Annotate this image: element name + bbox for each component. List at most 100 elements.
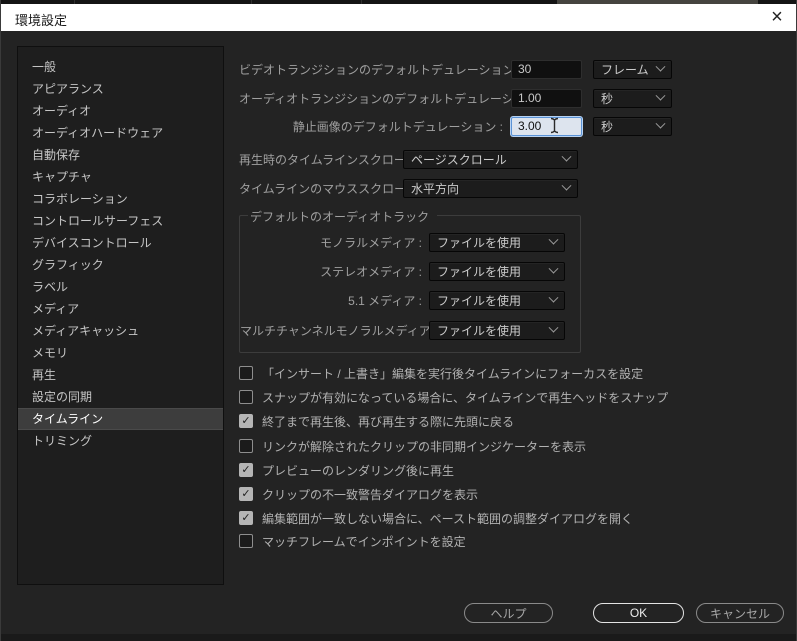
surround-media-value: ファイルを使用 [437, 292, 521, 309]
chevron-down-icon [562, 180, 572, 190]
checkbox[interactable]: ✓ [239, 366, 253, 380]
sidebar-item-labels[interactable]: ラベル [18, 276, 223, 298]
sidebar-item-device-control[interactable]: デバイスコントロール [18, 232, 223, 254]
sidebar-item-graphics[interactable]: グラフィック [18, 254, 223, 276]
chevron-down-icon [549, 322, 559, 332]
multichannel-mono-media-select[interactable]: ファイルを使用 [429, 321, 565, 340]
chevron-down-icon [656, 90, 666, 100]
checkbox-label: 編集範囲が一致しない場合に、ペースト範囲の調整ダイアログを開く [262, 510, 633, 527]
video-transition-duration-input[interactable] [511, 60, 582, 79]
timeline-mouse-scroll-label: タイムラインのマウススクロール : [239, 180, 396, 197]
still-image-duration-row: 静止画像のデフォルトデュレーション : 秒 [239, 116, 672, 136]
sidebar-item-sync-settings[interactable]: 設定の同期 [18, 386, 223, 408]
video-transition-duration-label: ビデオトランジションのデフォルトデュレーション : [239, 61, 503, 78]
sidebar-item-control-surface[interactable]: コントロールサーフェス [18, 210, 223, 232]
sidebar-item-appearance[interactable]: アピアランス [18, 78, 223, 100]
close-icon[interactable]: × [764, 5, 790, 30]
check-icon: ✓ [241, 465, 250, 476]
checkbox-row-unlinked-indicator: ✓ リンクが解除されたクリップの非同期インジケーターを表示 [239, 438, 586, 454]
checkbox[interactable]: ✓ [239, 487, 253, 501]
chevron-down-icon [656, 118, 666, 128]
checkbox-label: 「インサート / 上書き」編集を実行後タイムラインにフォーカスを設定 [262, 365, 643, 382]
still-image-duration-label: 静止画像のデフォルトデュレーション : [239, 118, 503, 135]
mono-media-value: ファイルを使用 [437, 234, 521, 251]
checkbox[interactable]: ✓ [239, 439, 253, 453]
mono-media-select[interactable]: ファイルを使用 [429, 233, 565, 252]
checkbox[interactable]: ✓ [239, 463, 253, 477]
multichannel-mono-media-row: マルチチャンネルモノラルメディア : ファイルを使用 [240, 320, 565, 340]
audio-transition-duration-row: オーディオトランジションのデフォルトデュレーション : 秒 [239, 88, 672, 108]
surround-media-row: 5.1 メディア : ファイルを使用 [240, 290, 565, 310]
timeline-mouse-scroll-select[interactable]: 水平方向 [403, 179, 578, 198]
multichannel-mono-media-value: ファイルを使用 [437, 322, 521, 339]
checkbox-label: リンクが解除されたクリップの非同期インジケーターを表示 [262, 438, 586, 455]
checkbox-row-return-to-start: ✓ 終了まで再生後、再び再生する際に先頭に戻る [239, 413, 514, 429]
checkbox-row-paste-adjust-dialog: ✓ 編集範囲が一致しない場合に、ペースト範囲の調整ダイアログを開く [239, 510, 633, 526]
sidebar-item-auto-save[interactable]: 自動保存 [18, 144, 223, 166]
dialog-title: 環境設定 [15, 10, 67, 29]
audio-transition-duration-input[interactable] [511, 89, 582, 108]
ibeam-cursor-icon [549, 117, 560, 134]
sidebar-item-general[interactable]: 一般 [18, 56, 223, 78]
surround-media-label: 5.1 メディア : [240, 292, 422, 309]
video-transition-unit-value: フレーム [601, 61, 649, 78]
multichannel-mono-media-label: マルチチャンネルモノラルメディア : [240, 322, 422, 339]
checkbox-label: マッチフレームでインポイントを設定 [262, 533, 466, 550]
checkbox[interactable]: ✓ [239, 534, 253, 548]
sidebar-item-memory[interactable]: メモリ [18, 342, 223, 364]
checkbox[interactable]: ✓ [239, 390, 253, 404]
chevron-down-icon [549, 263, 559, 273]
still-image-unit-value: 秒 [601, 118, 613, 135]
checkbox-label: クリップの不一致警告ダイアログを表示 [262, 486, 478, 503]
audio-transition-unit-value: 秒 [601, 90, 613, 107]
chevron-down-icon [549, 292, 559, 302]
still-image-duration-input[interactable] [511, 117, 582, 136]
timeline-mouse-scroll-row: タイムラインのマウススクロール : 水平方向 [239, 178, 578, 198]
stereo-media-label: ステレオメディア : [240, 263, 422, 280]
video-transition-duration-row: ビデオトランジションのデフォルトデュレーション : フレーム [239, 59, 672, 79]
ok-button[interactable]: OK [593, 603, 684, 623]
mono-media-row: モノラルメディア : ファイルを使用 [240, 232, 565, 252]
stereo-media-select[interactable]: ファイルを使用 [429, 262, 565, 281]
checkbox-label: スナップが有効になっている場合に、タイムラインで再生ヘッドをスナップ [262, 389, 668, 406]
sidebar-item-media[interactable]: メディア [18, 298, 223, 320]
sidebar-item-collaboration[interactable]: コラボレーション [18, 188, 223, 210]
sidebar-item-audio[interactable]: オーディオ [18, 100, 223, 122]
help-button[interactable]: ヘルプ [464, 603, 553, 623]
checkbox[interactable]: ✓ [239, 511, 253, 525]
sidebar-item-audio-hardware[interactable]: オーディオハードウェア [18, 122, 223, 144]
check-icon: ✓ [241, 489, 250, 500]
surround-media-select[interactable]: ファイルを使用 [429, 291, 565, 310]
timeline-playback-scroll-row: 再生時のタイムラインスクロール : ページスクロール [239, 149, 578, 169]
timeline-playback-scroll-value: ページスクロール [411, 151, 507, 168]
cancel-button[interactable]: キャンセル [696, 603, 784, 623]
checkbox[interactable]: ✓ [239, 414, 253, 428]
timeline-mouse-scroll-value: 水平方向 [411, 180, 459, 197]
video-transition-unit-select[interactable]: フレーム [593, 60, 672, 79]
preferences-sidebar: 一般 アピアランス オーディオ オーディオハードウェア 自動保存 キャプチャ コ… [17, 46, 224, 585]
check-icon: ✓ [241, 513, 250, 524]
stereo-media-row: ステレオメディア : ファイルを使用 [240, 261, 565, 281]
check-icon: ✓ [241, 416, 250, 427]
sidebar-item-trim[interactable]: トリミング [18, 430, 223, 452]
sidebar-item-capture[interactable]: キャプチャ [18, 166, 223, 188]
checkbox-row-play-after-render: ✓ プレビューのレンダリング後に再生 [239, 462, 454, 478]
titlebar: 環境設定 × [1, 4, 797, 31]
audio-transition-duration-label: オーディオトランジションのデフォルトデュレーション : [239, 90, 503, 107]
audio-transition-unit-select[interactable]: 秒 [593, 89, 672, 108]
mono-media-label: モノラルメディア : [240, 234, 422, 251]
checkbox-row-mismatch-warning: ✓ クリップの不一致警告ダイアログを表示 [239, 486, 478, 502]
checkbox-label: プレビューのレンダリング後に再生 [262, 462, 454, 479]
sidebar-item-media-cache[interactable]: メディアキャッシュ [18, 320, 223, 342]
chevron-down-icon [656, 61, 666, 71]
chevron-down-icon [549, 234, 559, 244]
checkbox-row-match-frame-inpoint: ✓ マッチフレームでインポイントを設定 [239, 533, 466, 549]
preferences-dialog: 環境設定 × 一般 アピアランス オーディオ オーディオハードウェア 自動保存 … [0, 0, 797, 641]
still-image-unit-select[interactable]: 秒 [593, 117, 672, 136]
sidebar-item-playback[interactable]: 再生 [18, 364, 223, 386]
checkbox-label: 終了まで再生後、再び再生する際に先頭に戻る [262, 413, 514, 430]
sidebar-item-timeline[interactable]: タイムライン [18, 408, 223, 430]
timeline-playback-scroll-select[interactable]: ページスクロール [403, 150, 578, 169]
window-bottom-edge [1, 634, 797, 641]
default-audio-tracks-group: デフォルトのオーディオトラック モノラルメディア : ファイルを使用 ステレオメ… [239, 215, 581, 353]
